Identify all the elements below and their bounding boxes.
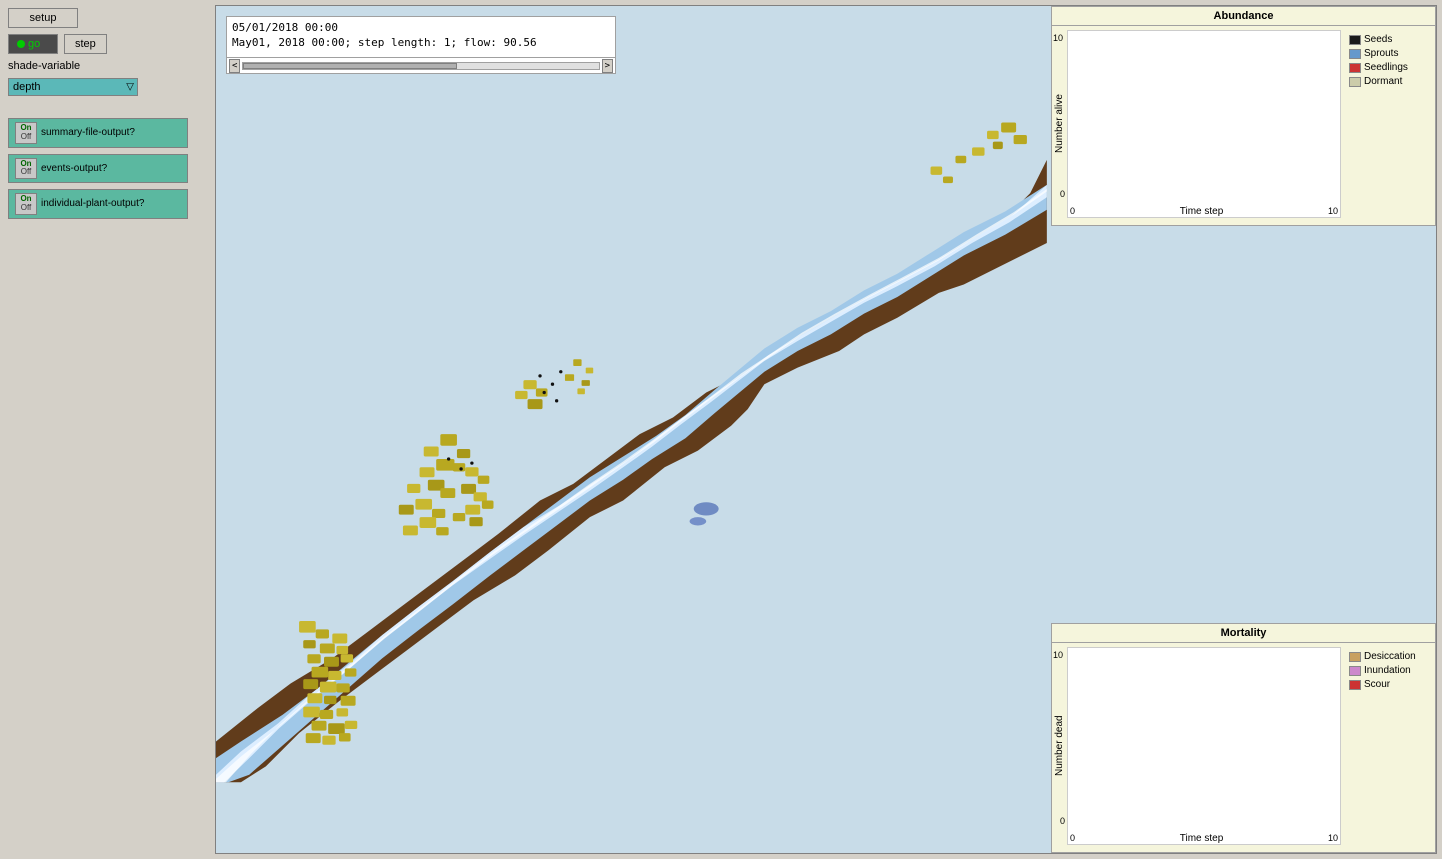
abundance-x-min: 0 xyxy=(1070,206,1075,217)
seedlings-color xyxy=(1349,63,1361,73)
legend-item-sprouts: Sprouts xyxy=(1349,48,1431,59)
mortality-plot-area: 10 0 0 Time step 10 xyxy=(1067,647,1341,845)
summary-file-output-label: summary-file-output? xyxy=(41,127,135,138)
seeds-label: Seeds xyxy=(1364,34,1392,45)
summary-file-output-toggle[interactable]: On Off summary-file-output? xyxy=(8,118,188,148)
abundance-x-label: Time step xyxy=(1180,206,1224,217)
shade-variable-label: shade-variable xyxy=(8,60,202,72)
sprouts-label: Sprouts xyxy=(1364,48,1398,59)
abundance-x-axis: 0 Time step 10 xyxy=(1068,206,1340,217)
events-toggle-indicator: On Off xyxy=(15,158,37,180)
legend-item-dormant: Dormant xyxy=(1349,76,1431,87)
abundance-chart-title: Abundance xyxy=(1052,7,1435,26)
abundance-chart: Abundance Number alive 10 0 0 Time step … xyxy=(1051,6,1436,226)
scour-label: Scour xyxy=(1364,679,1390,690)
individual-plant-output-toggle[interactable]: On Off individual-plant-output? xyxy=(8,189,188,219)
events-output-label: events-output? xyxy=(41,163,107,174)
mortality-legend: Desiccation Inundation Scour xyxy=(1345,643,1435,849)
summary-toggle-indicator: On Off xyxy=(15,122,37,144)
legend-item-seedlings: Seedlings xyxy=(1349,62,1431,73)
mortality-x-axis: 0 Time step 10 xyxy=(1068,833,1340,844)
legend-item-scour: Scour xyxy=(1349,679,1431,690)
abundance-y-min: 0 xyxy=(1060,189,1065,199)
events-output-toggle[interactable]: On Off events-output? xyxy=(8,154,188,184)
sprouts-color xyxy=(1349,49,1361,59)
step-button[interactable]: step xyxy=(64,34,107,54)
desiccation-color xyxy=(1349,652,1361,662)
abundance-y-max: 10 xyxy=(1053,33,1063,43)
shade-select-wrapper[interactable]: depthvelocitynone xyxy=(8,78,138,96)
mortality-x-label: Time step xyxy=(1180,833,1224,844)
legend-item-seeds: Seeds xyxy=(1349,34,1431,45)
desiccation-label: Desiccation xyxy=(1364,651,1416,662)
go-button[interactable]: go xyxy=(8,34,58,54)
mortality-x-min: 0 xyxy=(1070,833,1075,844)
mortality-y-min: 0 xyxy=(1060,816,1065,826)
scour-color xyxy=(1349,680,1361,690)
mortality-chart: Mortality Number dead 10 0 0 Time step 1… xyxy=(1051,623,1436,853)
main-visualization-area: 05/01/2018 00:00 May01, 2018 00:00; step… xyxy=(215,5,1437,854)
abundance-legend: Seeds Sprouts Seedlings Dormant xyxy=(1345,26,1435,222)
mortality-y-max: 10 xyxy=(1053,650,1063,660)
abundance-plot-area: 10 0 0 Time step 10 xyxy=(1067,30,1341,218)
abundance-x-max: 10 xyxy=(1328,206,1338,217)
go-label: go xyxy=(28,38,40,50)
mortality-x-max: 10 xyxy=(1328,833,1338,844)
dormant-color xyxy=(1349,77,1361,87)
go-indicator xyxy=(17,40,25,48)
individual-toggle-indicator: On Off xyxy=(15,193,37,215)
abundance-chart-body: Number alive 10 0 0 Time step 10 Seeds S… xyxy=(1052,26,1435,222)
seedlings-label: Seedlings xyxy=(1364,62,1408,73)
go-step-row: go step xyxy=(8,34,202,54)
shade-variable-select[interactable]: depthvelocitynone xyxy=(8,78,138,96)
dormant-label: Dormant xyxy=(1364,76,1402,87)
inundation-color xyxy=(1349,666,1361,676)
river-svg xyxy=(216,6,1051,853)
mortality-chart-body: Number dead 10 0 0 Time step 10 Desiccat… xyxy=(1052,643,1435,849)
river-map xyxy=(216,6,1051,853)
setup-button[interactable]: setup xyxy=(8,8,78,28)
inundation-label: Inundation xyxy=(1364,665,1411,676)
individual-plant-output-label: individual-plant-output? xyxy=(41,198,144,209)
seeds-color xyxy=(1349,35,1361,45)
legend-item-inundation: Inundation xyxy=(1349,665,1431,676)
legend-item-desiccation: Desiccation xyxy=(1349,651,1431,662)
left-panel: setup go step shade-variable depthveloci… xyxy=(0,0,210,859)
mortality-chart-title: Mortality xyxy=(1052,624,1435,643)
